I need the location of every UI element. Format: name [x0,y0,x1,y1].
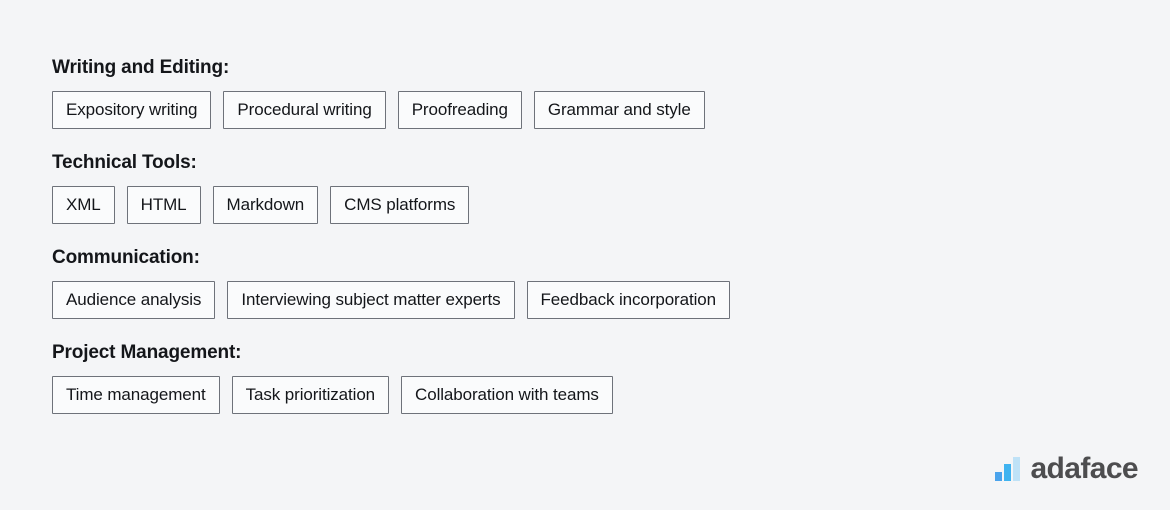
skill-group-heading: Communication: [52,246,200,268]
skills-list: Writing and Editing: Expository writing Pr… [52,57,1112,414]
skill-tag[interactable]: Collaboration with teams [401,375,613,414]
skill-group: Technical Tools: XML HTML Markdown CMS platf… [52,151,1112,224]
skill-tag[interactable]: XML [52,185,115,224]
adaface-wordmark: adaface [1030,452,1138,485]
skill-tag[interactable]: Proofreading [397,90,522,129]
skill-tag[interactable]: Grammar and style [533,90,705,129]
skill-tag[interactable]: Markdown [212,185,319,224]
bar-chart-logo-icon [995,457,1021,481]
skill-group-heading: Project Management: [52,341,242,363]
page-canvas: Writing and Editing: Expository writing Pr… [0,0,1170,510]
skill-tag-row: Expository writing Procedural writing Proo… [52,90,1112,129]
skill-group: Communication: Audience analysis Interview… [52,246,1112,319]
adaface-logo: adaface [995,452,1139,485]
skill-tag[interactable]: Feedback incorporation [526,280,730,319]
skill-group-heading: Writing and Editing: [52,57,230,78]
skill-tag[interactable]: Interviewing subject matter experts [227,280,515,319]
skill-tag-row: Audience analysis Interviewing subject ma… [52,280,1112,319]
skill-tag[interactable]: Procedural writing [223,90,386,129]
skill-group: Project Management: Time management Task p… [52,341,1112,414]
skill-tag-row: Time management Task prioritization Collab… [52,375,1112,414]
skill-tag[interactable]: Task prioritization [231,375,390,414]
skill-tag[interactable]: HTML [126,185,201,224]
skill-tag-row: XML HTML Markdown CMS platforms [52,185,1112,224]
skill-tag[interactable]: CMS platforms [330,185,470,224]
skill-tag[interactable]: Audience analysis [52,280,216,319]
skill-group-heading: Technical Tools: [52,151,197,173]
skill-tag[interactable]: Expository writing [52,90,212,129]
skill-group: Writing and Editing: Expository writing Pr… [52,57,1112,129]
skill-tag[interactable]: Time management [52,375,220,414]
